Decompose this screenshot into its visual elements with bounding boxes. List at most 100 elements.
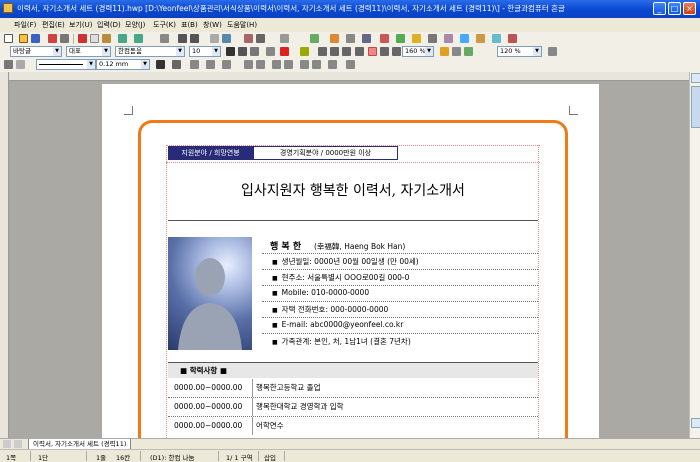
- insert-row-icon[interactable]: [272, 60, 281, 69]
- scroll-up-icon[interactable]: [691, 73, 700, 83]
- char-width-combo[interactable]: 120 % ▼: [497, 46, 542, 57]
- new-doc-icon[interactable]: [4, 34, 13, 43]
- footnote-icon[interactable]: [310, 34, 319, 43]
- picture-icon[interactable]: [222, 34, 231, 43]
- menu-edit[interactable]: 편집(E): [42, 20, 65, 30]
- memo-icon[interactable]: [380, 34, 389, 43]
- border-outer-icon[interactable]: [190, 60, 199, 69]
- horizontal-ruler[interactable]: [8, 72, 689, 81]
- cell-border-icon[interactable]: [4, 60, 13, 69]
- save-icon[interactable]: [31, 34, 40, 43]
- cell-fill-icon[interactable]: [16, 60, 25, 69]
- border-all-icon[interactable]: [172, 60, 181, 69]
- undo-icon[interactable]: [118, 34, 127, 43]
- delete-row-icon[interactable]: [284, 60, 293, 69]
- drawing-icon[interactable]: [256, 34, 265, 43]
- vertical-scrollbar[interactable]: [689, 72, 700, 438]
- applicant-name[interactable]: 행 복 한: [270, 239, 301, 252]
- paste-icon[interactable]: [102, 34, 111, 43]
- char-shape-icon[interactable]: [178, 34, 187, 43]
- underline-icon[interactable]: [250, 47, 259, 56]
- font-size-combo[interactable]: 10 ▼: [189, 46, 221, 57]
- para-shape-icon[interactable]: [190, 34, 199, 43]
- menu-help[interactable]: 도움말(H): [227, 20, 257, 30]
- info-email[interactable]: ■ E-mail: abc0000@yeonfeel.co.kr: [272, 320, 403, 329]
- menu-tools[interactable]: 도구(K): [153, 20, 176, 30]
- hyperlink-icon[interactable]: [330, 34, 339, 43]
- chart-icon[interactable]: [244, 34, 253, 43]
- scroll-down-icon[interactable]: [691, 418, 700, 428]
- bold-icon[interactable]: [226, 47, 235, 56]
- print-preview-icon[interactable]: [48, 34, 57, 43]
- copy-icon[interactable]: [90, 34, 99, 43]
- align-distribute-icon[interactable]: [355, 47, 364, 56]
- app-icon[interactable]: [3, 3, 13, 13]
- align-right-icon[interactable]: [342, 47, 351, 56]
- font-combo[interactable]: 한컴돋움 ▼: [115, 46, 185, 57]
- table-calc-icon[interactable]: [346, 60, 355, 69]
- bookmark-icon[interactable]: [346, 34, 355, 43]
- menu-format[interactable]: 모양(J): [125, 20, 145, 30]
- merge-cells-icon[interactable]: [244, 60, 253, 69]
- shape-icon[interactable]: [444, 34, 453, 43]
- zoom-ratio-combo[interactable]: 160 % ▼: [402, 46, 434, 57]
- applicant-name-extra[interactable]: (幸福韓, Haeng Bok Han): [314, 241, 405, 252]
- web-icon[interactable]: [460, 34, 469, 43]
- profile-photo[interactable]: [168, 237, 252, 350]
- info-mobile[interactable]: ■ Mobile: 010-0000-0000: [272, 288, 369, 297]
- tab-prev-icon[interactable]: [3, 440, 11, 448]
- maximize-button[interactable]: □: [668, 2, 681, 15]
- border-none-icon[interactable]: [222, 60, 231, 69]
- cut-icon[interactable]: [78, 34, 87, 43]
- minimize-button[interactable]: _: [653, 2, 666, 15]
- numbering-icon[interactable]: [440, 47, 449, 56]
- info-family[interactable]: ■ 가족관계: 본인, 처, 1남1녀 (결혼 7년차): [272, 336, 411, 347]
- menu-view[interactable]: 보기(U): [69, 20, 92, 30]
- close-button[interactable]: ×: [683, 2, 696, 15]
- line-color-icon[interactable]: [156, 60, 165, 69]
- education-row[interactable]: 0000.00~0000.00 어학연수: [168, 417, 538, 435]
- pdf-icon[interactable]: [508, 34, 517, 43]
- education-row[interactable]: 0000.00~0000.00 행복한대학교 경영학과 입학: [168, 398, 538, 417]
- language-combo[interactable]: 대표 ▼: [66, 46, 111, 57]
- equal-height-icon[interactable]: [300, 60, 309, 69]
- style-combo[interactable]: 바탕글 ▼: [10, 46, 62, 57]
- highlight-icon[interactable]: [300, 47, 309, 56]
- menu-file[interactable]: 파일(F): [14, 20, 36, 30]
- bullet-icon[interactable]: [452, 47, 461, 56]
- field-value[interactable]: 경영기획분야 / 0000만원 이상: [253, 146, 398, 160]
- cell-align-icon[interactable]: [328, 60, 337, 69]
- education-row[interactable]: 0000.00~0000.00 행복한고등학교 졸업: [168, 379, 538, 398]
- align-center-icon[interactable]: [368, 47, 377, 56]
- menu-insert[interactable]: 입력(D): [97, 20, 121, 30]
- info-address[interactable]: ■ 현주소: 서울특별시 OOO로00길 000-0: [272, 272, 409, 283]
- superscript-icon[interactable]: [266, 47, 275, 56]
- formula-icon[interactable]: [428, 34, 437, 43]
- print-icon[interactable]: [60, 34, 69, 43]
- info-birth[interactable]: ■ 생년월일: 0000년 00월 00일생 (만 00세): [272, 256, 419, 267]
- dictionary-icon[interactable]: [476, 34, 485, 43]
- align-justify-icon[interactable]: [318, 47, 327, 56]
- table-icon[interactable]: [210, 34, 219, 43]
- line-spacing-icon[interactable]: [392, 47, 401, 56]
- tab-next-icon[interactable]: [14, 440, 22, 448]
- scroll-thumb[interactable]: [691, 86, 700, 128]
- textbox-icon[interactable]: [280, 34, 289, 43]
- spellcheck-icon[interactable]: [396, 34, 405, 43]
- info-home-phone[interactable]: ■ 자택 전화번호: 000-0000-0000: [272, 304, 388, 315]
- italic-icon[interactable]: [238, 47, 247, 56]
- align-split-icon[interactable]: [380, 47, 389, 56]
- redo-icon[interactable]: [134, 34, 143, 43]
- menu-window[interactable]: 창(W): [203, 20, 222, 30]
- font-color-icon[interactable]: [280, 47, 289, 56]
- split-cells-icon[interactable]: [256, 60, 265, 69]
- line-type-combo[interactable]: ▼: [36, 59, 96, 70]
- line-width-combo[interactable]: 0.12 mm ▼: [96, 59, 150, 70]
- vertical-ruler[interactable]: [0, 72, 9, 438]
- find-icon[interactable]: [160, 34, 169, 43]
- field-icon[interactable]: [362, 34, 371, 43]
- macro-icon[interactable]: [412, 34, 421, 43]
- equal-width-icon[interactable]: [312, 60, 321, 69]
- menu-table[interactable]: 표(B): [181, 20, 198, 30]
- align-left-icon[interactable]: [330, 47, 339, 56]
